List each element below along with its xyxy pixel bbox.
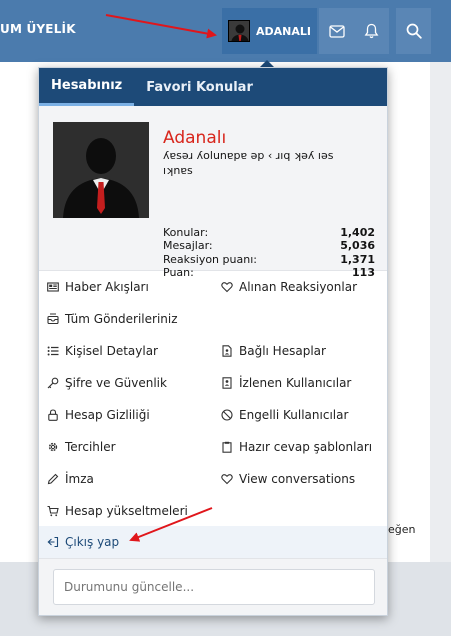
link-following-users[interactable]: İzlenen Kullanıcılar xyxy=(214,367,387,399)
sign-out-icon xyxy=(47,536,59,548)
link-label: İmza xyxy=(65,472,94,486)
link-label: View conversations xyxy=(239,472,356,486)
link-password-security[interactable]: Şifre ve Güvenlik xyxy=(39,367,214,399)
link-empty-cell xyxy=(214,303,387,335)
user-list-icon xyxy=(222,377,232,389)
user-title-line: ıʞnɐs xyxy=(163,164,193,177)
link-reactions-received[interactable]: Alınan Reaksiyonlar xyxy=(214,271,387,303)
account-links: Haber Akışları Alınan Reaksiyonlar Tüm G… xyxy=(39,271,387,527)
menu-tabs: Hesabınız Favori Konular xyxy=(39,68,387,106)
ban-icon xyxy=(221,409,233,421)
account-dropdown-menu: Hesabınız Favori Konular Adanalı ʎɐsǝɹ ʎ… xyxy=(38,67,388,616)
file-user-icon xyxy=(222,345,232,357)
heart-icon xyxy=(221,474,233,485)
link-row: Hesap Gizliliği Engelli Kullanıcılar xyxy=(39,399,387,431)
link-row: Tüm Gönderileriniz xyxy=(39,303,387,335)
stat-row-messages: Mesajlar: 5,036 xyxy=(163,239,375,252)
profile-avatar[interactable] xyxy=(53,122,149,218)
link-row: Haber Akışları Alınan Reaksiyonlar xyxy=(39,271,387,303)
link-label: Alınan Reaksiyonlar xyxy=(239,280,357,294)
link-preferences[interactable]: Tercihler xyxy=(39,431,214,463)
lock-icon xyxy=(48,409,58,421)
link-ignored-users[interactable]: Engelli Kullanıcılar xyxy=(214,399,387,431)
status-update-input[interactable] xyxy=(53,569,375,605)
profile-summary: Adanalı ʎɐsǝɹ ʎolunɐpɐ ǝp ‹ ɹıq ʞǝʎ ıǝs … xyxy=(39,106,387,279)
inbox-button[interactable] xyxy=(319,8,355,54)
search-button[interactable] xyxy=(396,8,431,54)
status-update-area xyxy=(39,558,387,615)
stat-value[interactable]: 1,402 xyxy=(340,226,375,239)
newspaper-icon xyxy=(47,282,59,292)
link-row: İmza View conversations xyxy=(39,463,387,495)
clipboard-icon xyxy=(222,441,232,453)
link-label: Engelli Kullanıcılar xyxy=(239,408,349,422)
stat-row-reactions: Reaksiyon puanı: 1,371 xyxy=(163,253,375,266)
link-news-feed[interactable]: Haber Akışları xyxy=(39,271,214,303)
tab-favorite-topics[interactable]: Favori Konular xyxy=(134,68,265,106)
avatar xyxy=(228,20,250,42)
stat-label: Mesajlar: xyxy=(163,239,213,253)
nav-brand-text[interactable]: UM ÜYELİK xyxy=(0,22,76,36)
alerts-button[interactable] xyxy=(353,8,389,54)
profile-username[interactable]: Adanalı xyxy=(163,128,226,148)
link-canned-replies[interactable]: Hazır cevap şablonları xyxy=(214,431,387,463)
stat-label: Reaksiyon puanı: xyxy=(163,252,257,266)
link-signature[interactable]: İmza xyxy=(39,463,214,495)
inbox-icon xyxy=(47,313,59,325)
list-icon xyxy=(47,346,59,356)
link-label: Bağlı Hesaplar xyxy=(239,344,326,358)
link-label: Hazır cevap şablonları xyxy=(239,440,373,454)
profile-user-title: ʎɐsǝɹ ʎolunɐpɐ ǝp ‹ ɹıq ʞǝʎ ıǝs ıʞnɐs xyxy=(163,148,373,178)
link-label: Hesap Gizliliği xyxy=(65,408,150,422)
link-row: Kişisel Detaylar Bağlı Hesaplar xyxy=(39,335,387,367)
link-label: Şifre ve Güvenlik xyxy=(65,376,167,390)
link-view-conversations[interactable]: View conversations xyxy=(214,463,387,495)
key-icon xyxy=(47,377,59,389)
gear-icon xyxy=(48,442,58,452)
link-privacy[interactable]: Hesap Gizliliği xyxy=(39,399,214,431)
link-account-upgrades[interactable]: Hesap yükseltmeleri xyxy=(39,495,214,527)
stat-label: Konular: xyxy=(163,226,209,239)
bell-icon xyxy=(364,23,378,39)
stat-value[interactable]: 5,036 xyxy=(340,239,375,252)
link-row: Şifre ve Güvenlik İzlenen Kullanıcılar xyxy=(39,367,387,399)
mail-icon xyxy=(329,24,345,38)
user-title-line: ʎɐsǝɹ ʎolunɐpɐ ǝp ‹ ɹıq ʞǝʎ ıǝs xyxy=(163,149,334,162)
cart-icon xyxy=(47,505,59,517)
link-row: Tercihler Hazır cevap şablonları xyxy=(39,431,387,463)
link-label: Hesap yükseltmeleri xyxy=(65,504,188,518)
link-label: Tüm Gönderileriniz xyxy=(65,312,178,326)
link-empty-cell xyxy=(214,495,387,527)
search-icon xyxy=(406,23,422,39)
top-navbar: UM ÜYELİK ADANALI xyxy=(0,0,451,62)
heart-icon xyxy=(221,282,233,293)
link-label: Kişisel Detaylar xyxy=(65,344,158,358)
link-label: Tercihler xyxy=(65,440,116,454)
background-text-fragment: eğen xyxy=(388,523,416,536)
pen-icon xyxy=(47,473,59,485)
link-personal-details[interactable]: Kişisel Detaylar xyxy=(39,335,214,367)
account-button[interactable]: ADANALI xyxy=(222,8,317,54)
logout-label: Çıkış yap xyxy=(65,535,120,549)
stat-value[interactable]: 1,371 xyxy=(340,253,375,266)
link-all-posts[interactable]: Tüm Gönderileriniz xyxy=(39,303,214,335)
link-label: Haber Akışları xyxy=(65,280,149,294)
account-username: ADANALI xyxy=(256,24,311,38)
stat-row-threads: Konular: 1,402 xyxy=(163,226,375,239)
tab-account[interactable]: Hesabınız xyxy=(39,68,135,106)
link-row: Hesap yükseltmeleri xyxy=(39,495,387,527)
link-label: İzlenen Kullanıcılar xyxy=(239,376,352,390)
logout-link[interactable]: Çıkış yap xyxy=(39,526,387,558)
link-connected-accounts[interactable]: Bağlı Hesaplar xyxy=(214,335,387,367)
